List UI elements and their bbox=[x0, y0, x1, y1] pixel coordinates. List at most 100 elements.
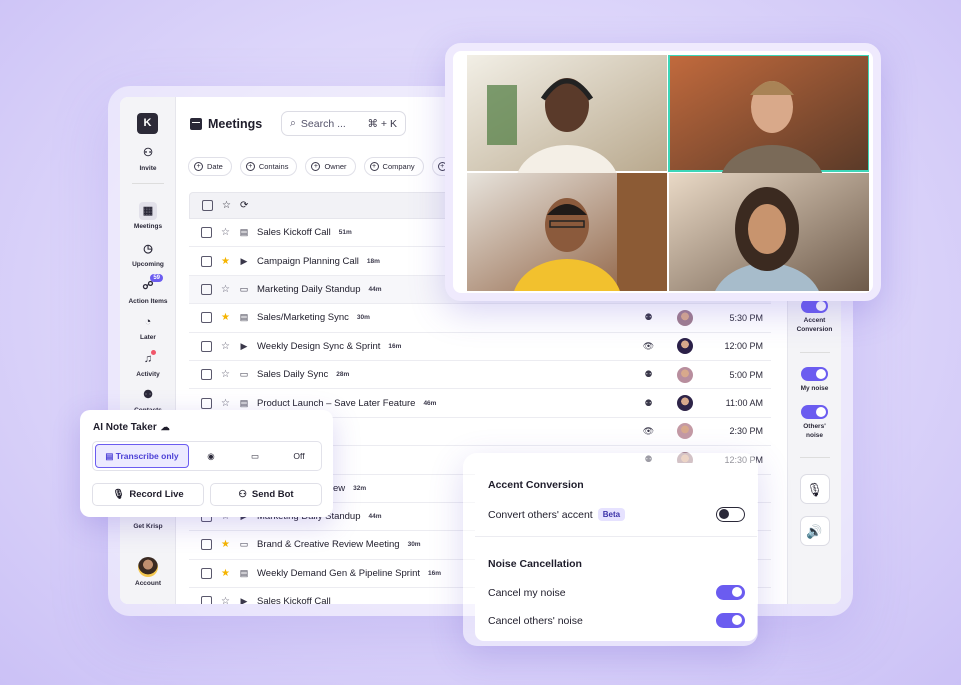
sidebar-item-label: Invite bbox=[139, 165, 157, 172]
microphone-icon: 🎙 bbox=[112, 489, 125, 500]
search-shortcut: ⌘ + K bbox=[367, 117, 397, 130]
cancel-my-noise-row: Cancel my noise bbox=[488, 585, 745, 600]
meeting-title: Brand & Creative Review Meeting bbox=[257, 539, 400, 551]
sidebar-divider bbox=[132, 183, 164, 184]
row-checkbox[interactable] bbox=[201, 596, 212, 604]
filter-label: Contains bbox=[258, 162, 289, 171]
sidebar-item-label: Activity bbox=[136, 371, 160, 378]
select-all-checkbox[interactable] bbox=[202, 200, 213, 211]
cancel-others-noise-toggle[interactable] bbox=[716, 613, 745, 628]
send-bot-button[interactable]: ⚇ Send Bot bbox=[210, 483, 322, 506]
off-option[interactable]: Off bbox=[277, 451, 321, 461]
play-icon: ▶ bbox=[240, 340, 248, 351]
meeting-duration: 51m bbox=[338, 229, 352, 237]
star-icon[interactable]: ☆ bbox=[221, 227, 233, 238]
participant-tile-4 bbox=[669, 173, 869, 291]
search-input[interactable]: ⌕ Search ... ⌘ + K bbox=[281, 111, 406, 136]
cancel-my-noise-toggle[interactable] bbox=[716, 585, 745, 600]
meeting-duration: 18m bbox=[366, 257, 380, 265]
table-row[interactable]: ☆ ▭ Sales Daily Sync 28m ⚉ 5:00 PM bbox=[189, 361, 771, 390]
others-noise-toggle[interactable] bbox=[801, 405, 828, 419]
table-row[interactable]: ★ ▤ Sales/Marketing Sync 30m ⚉ 5:30 PM bbox=[189, 304, 771, 333]
workspace-logo[interactable]: K bbox=[137, 113, 158, 134]
filter-contains[interactable]: + Contains bbox=[239, 157, 298, 176]
transcribe-only-option[interactable]: ▤ Transcribe only bbox=[95, 444, 189, 468]
participant-tile-3 bbox=[467, 173, 667, 291]
video-call-grid bbox=[445, 43, 881, 301]
sidebar-item-invite[interactable]: ⚇ Invite bbox=[120, 144, 176, 172]
meeting-title: Product Launch – Save Later Feature bbox=[257, 397, 416, 409]
star-icon[interactable]: ★ bbox=[221, 539, 233, 550]
send-bot-label: Send Bot bbox=[251, 489, 294, 500]
filter-date[interactable]: + Date bbox=[188, 157, 232, 176]
others-noise-label: Others' noise bbox=[803, 423, 826, 439]
row-checkbox[interactable] bbox=[201, 255, 212, 267]
group-icon: ⚉ bbox=[644, 369, 653, 380]
star-icon[interactable]: ★ bbox=[221, 568, 233, 579]
search-icon: ⌕ bbox=[290, 117, 296, 129]
meeting-title: Marketing Daily Standup bbox=[257, 283, 361, 295]
row-checkbox[interactable] bbox=[201, 312, 212, 324]
filter-owner[interactable]: + Owner bbox=[305, 157, 356, 176]
record-option[interactable]: ◉ bbox=[189, 451, 233, 462]
speaker-icon: 🔊 bbox=[806, 524, 823, 539]
meeting-time: 12:00 PM bbox=[724, 341, 763, 352]
search-placeholder: Search ... bbox=[300, 117, 346, 130]
star-icon[interactable]: ☆ bbox=[221, 369, 233, 380]
sidebar-item-upcoming[interactable]: ◷ Upcoming bbox=[120, 240, 176, 268]
eye-icon: 👁 bbox=[642, 425, 655, 436]
sidebar-item-activity[interactable]: ♫ Activity bbox=[120, 350, 176, 378]
star-icon[interactable]: ☆ bbox=[221, 596, 233, 604]
row-checkbox[interactable] bbox=[201, 567, 212, 579]
filter-bar: +Date +Contains +Owner +Company +T bbox=[188, 157, 465, 176]
ai-note-taker-title-text: AI Note Taker bbox=[93, 422, 157, 433]
panel-divider bbox=[475, 536, 757, 537]
meeting-duration: 32m bbox=[353, 484, 367, 492]
microphone-button[interactable]: 🎙 bbox=[799, 474, 830, 504]
bot-icon: ⚇ bbox=[238, 489, 247, 500]
row-checkbox[interactable] bbox=[201, 369, 212, 381]
table-row[interactable]: ☆ ▶ Weekly Design Sync & Sprint 16m 👁 12:00 P… bbox=[189, 333, 771, 361]
filter-company[interactable]: + Company bbox=[363, 157, 424, 176]
accent-conversion-toggle[interactable] bbox=[801, 299, 828, 313]
row-checkbox[interactable] bbox=[201, 227, 212, 239]
convert-accent-toggle[interactable] bbox=[716, 507, 745, 522]
sidebar-item-action-items[interactable]: ☍ 59 Action Items bbox=[120, 274, 176, 305]
star-icon[interactable]: ☆ bbox=[221, 341, 233, 352]
accent-noise-panel: Accent Conversion Convert others' accent… bbox=[475, 463, 757, 641]
video-option[interactable]: ▭ bbox=[233, 451, 277, 462]
ai-note-taker-card: AI Note Taker ☁ ▤ Transcribe only ◉ ▭ Of… bbox=[80, 410, 333, 517]
meeting-title: Sales Kickoff Call bbox=[257, 596, 331, 604]
plus-icon: + bbox=[369, 162, 379, 171]
microphone-icon: 🎙 bbox=[806, 482, 823, 497]
star-icon[interactable]: ☆ bbox=[221, 398, 233, 409]
document-icon: ▤ bbox=[105, 451, 116, 461]
row-checkbox[interactable] bbox=[201, 397, 212, 409]
refresh-icon[interactable]: ⟳ bbox=[240, 200, 248, 211]
calendar-icon: ▦ bbox=[139, 202, 157, 220]
meeting-time: 2:30 PM bbox=[729, 426, 763, 437]
sidebar-item-account[interactable]: Account bbox=[120, 557, 176, 587]
eye-icon: 👁 bbox=[642, 340, 655, 351]
sidebar-item-meetings[interactable]: ▦ Meetings bbox=[120, 202, 176, 230]
action-items-badge: 59 bbox=[150, 274, 163, 282]
my-noise-toggle[interactable] bbox=[801, 367, 828, 381]
sidebar-item-label: Account bbox=[135, 580, 161, 587]
star-icon[interactable]: ★ bbox=[221, 256, 233, 267]
row-checkbox[interactable] bbox=[201, 539, 212, 551]
sidebar-item-label: Action Items bbox=[128, 298, 168, 305]
document-icon: ▤ bbox=[239, 397, 249, 408]
record-live-button[interactable]: 🎙 Record Live bbox=[92, 483, 204, 506]
speaker-button[interactable]: 🔊 bbox=[799, 516, 830, 546]
video-icon: ▭ bbox=[250, 450, 260, 461]
my-noise-label: My noise bbox=[800, 385, 829, 392]
contacts-icon: ⚉ bbox=[143, 389, 153, 401]
sidebar-item-later[interactable]: ◔ Later bbox=[120, 313, 176, 341]
invite-icon: ⚇ bbox=[143, 147, 153, 159]
group-icon: ⚉ bbox=[644, 312, 653, 323]
star-icon[interactable]: ☆ bbox=[221, 284, 233, 295]
row-checkbox[interactable] bbox=[201, 340, 212, 352]
row-checkbox[interactable] bbox=[201, 283, 212, 295]
star-icon[interactable]: ★ bbox=[221, 312, 233, 323]
star-header-icon[interactable]: ☆ bbox=[222, 200, 231, 211]
